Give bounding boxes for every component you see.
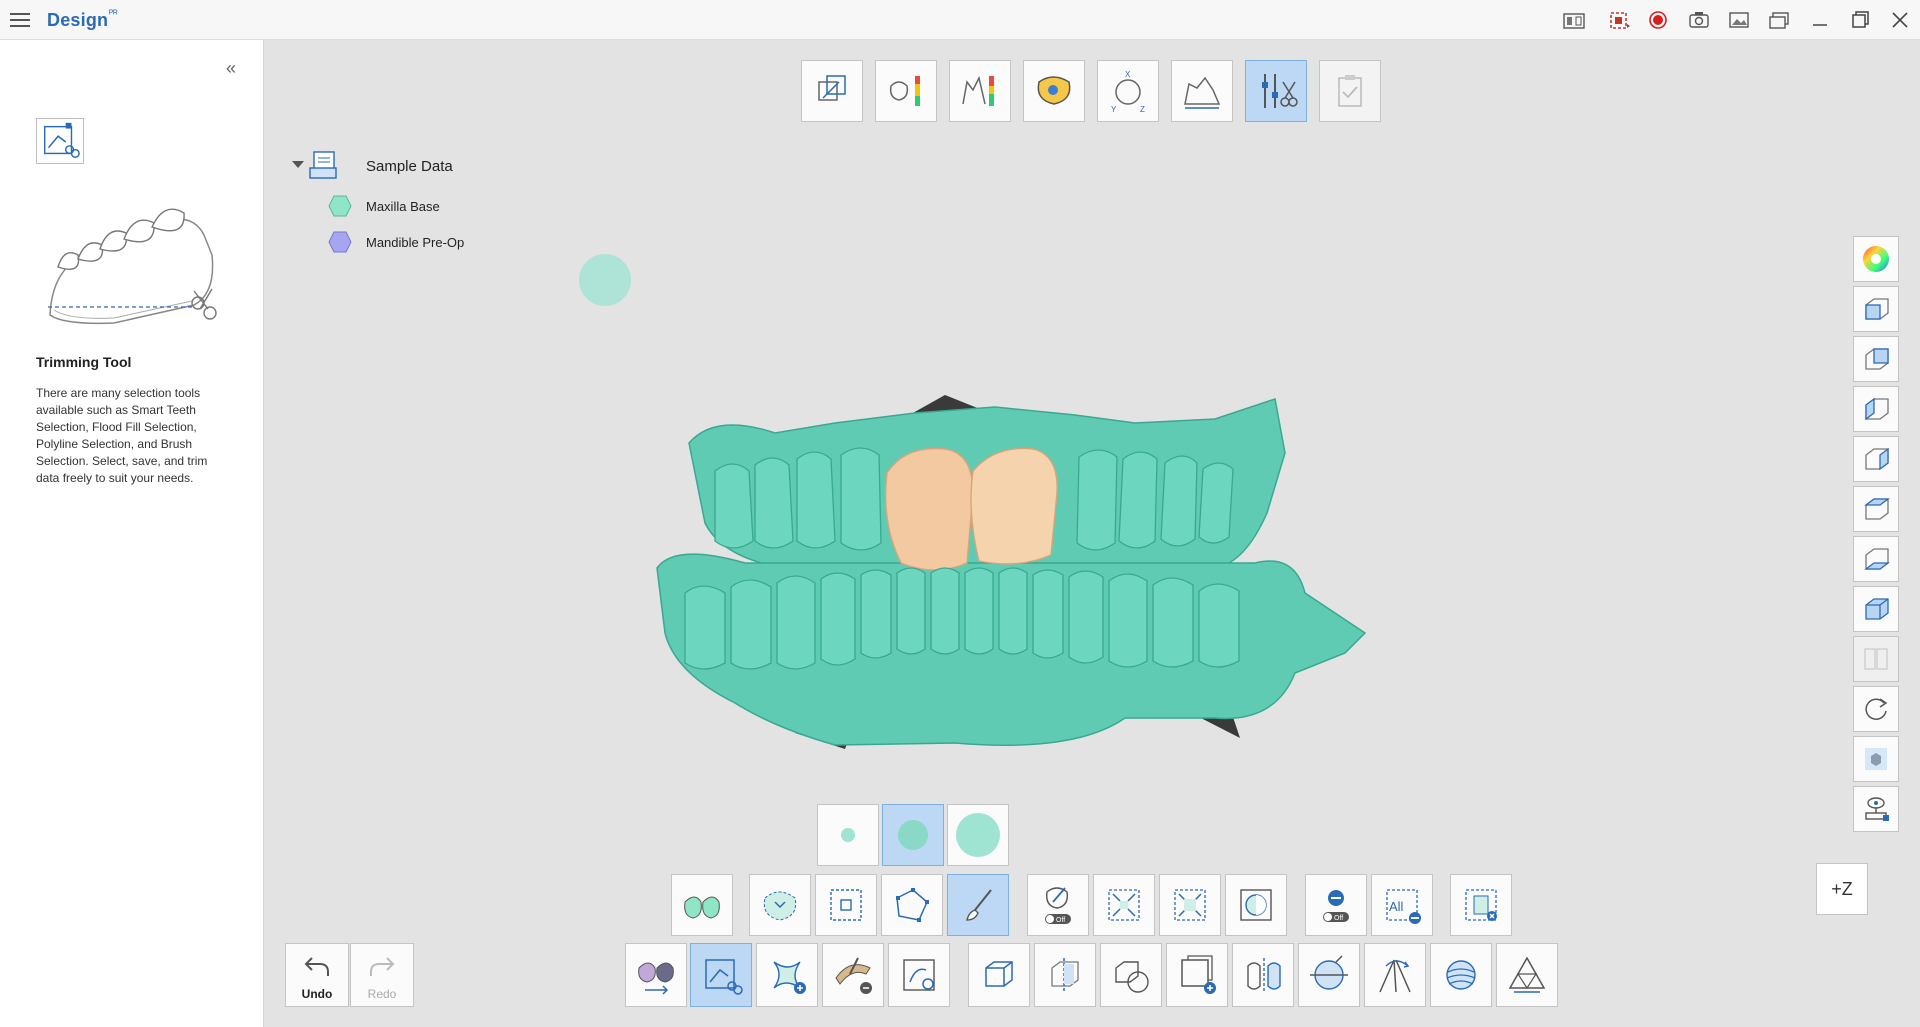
front-view-icon[interactable]: [1853, 286, 1899, 332]
tree-root-label[interactable]: Sample Data: [366, 158, 453, 175]
occlusion-map-button[interactable]: [1023, 60, 1085, 122]
bottom-view-icon[interactable]: [1853, 536, 1899, 582]
add-object-button[interactable]: [1166, 943, 1228, 1007]
scanner-settings-icon[interactable]: [1853, 786, 1899, 832]
sculpt-tool-button[interactable]: [822, 943, 884, 1007]
collapse-panel-icon[interactable]: «: [220, 58, 242, 80]
mandible-hexagon-icon[interactable]: [328, 231, 352, 253]
window-switch-icon[interactable]: [1766, 8, 1792, 32]
deviation-map-button[interactable]: [949, 60, 1011, 122]
close-icon[interactable]: [1887, 8, 1913, 32]
fill-holes-button[interactable]: [756, 943, 818, 1007]
compare-view-icon[interactable]: [1561, 8, 1587, 32]
brush-size-medium[interactable]: [882, 804, 944, 866]
svg-text:Off: Off: [1334, 915, 1343, 922]
brush-size-large[interactable]: [947, 804, 1009, 866]
thickness-map-button[interactable]: [875, 60, 937, 122]
tool-info-panel: « Trimming Tool There are many selection…: [0, 40, 264, 1027]
undo-button[interactable]: Undo: [285, 943, 349, 1007]
right-view-icon[interactable]: [1853, 436, 1899, 482]
svg-text:All: All: [1389, 899, 1404, 914]
title-bar: Design ᴾᴿ: [0, 0, 1920, 40]
tool-title: Trimming Tool: [36, 354, 132, 370]
auto-select-toggle-button[interactable]: Off: [1027, 874, 1089, 936]
color-wheel-button[interactable]: [1853, 236, 1899, 282]
reset-rotation-icon[interactable]: [1853, 686, 1899, 732]
iso-view-icon[interactable]: [1853, 586, 1899, 632]
left-view-icon[interactable]: [1853, 386, 1899, 432]
deselect-toggle-button[interactable]: Off: [1305, 874, 1367, 936]
grow-selection-button[interactable]: [1159, 874, 1221, 936]
flood-fill-selection-button[interactable]: [749, 874, 811, 936]
back-view-icon[interactable]: [1853, 336, 1899, 382]
switch-jaw-button[interactable]: [625, 943, 687, 1007]
maxilla-hexagon-icon[interactable]: [328, 195, 352, 217]
annotation-tool-button[interactable]: [888, 943, 950, 1007]
polyline-selection-button[interactable]: [881, 874, 943, 936]
image-gallery-icon[interactable]: [1726, 8, 1752, 32]
dental-model-3d[interactable]: [655, 393, 1370, 763]
create-base-button[interactable]: [968, 943, 1030, 1007]
split-view-icon[interactable]: [1853, 636, 1899, 682]
redo-button[interactable]: Redo: [350, 943, 414, 1007]
rectangle-selection-button[interactable]: [815, 874, 877, 936]
brush-cursor: [579, 254, 631, 306]
z-axis-button[interactable]: +Z: [1816, 863, 1868, 915]
camera-icon[interactable]: [1686, 8, 1712, 32]
undo-label: Undo: [301, 987, 333, 1001]
boolean-tool-button[interactable]: [1100, 943, 1162, 1007]
minimize-icon[interactable]: [1807, 8, 1833, 32]
brush-selection-button[interactable]: [947, 874, 1009, 936]
cross-section-button[interactable]: [1034, 943, 1096, 1007]
svg-text:Z: Z: [1140, 105, 1145, 114]
plane-cut-button[interactable]: [1298, 943, 1360, 1007]
smoothing-button[interactable]: [1430, 943, 1492, 1007]
tool-description: There are many selection tools available…: [36, 386, 208, 485]
brush-size-small[interactable]: [817, 804, 879, 866]
trimming-illustration: [44, 175, 224, 335]
draft-angle-button[interactable]: [1364, 943, 1426, 1007]
trim-edit-tool-button[interactable]: [1245, 60, 1307, 122]
shrink-selection-button[interactable]: [1093, 874, 1155, 936]
app-title: Design: [47, 10, 109, 30]
tree-item-mandible[interactable]: Mandible Pre-Op: [366, 235, 464, 250]
invert-selection-button[interactable]: [1225, 874, 1287, 936]
tree-expand-caret[interactable]: [292, 161, 304, 168]
menu-icon[interactable]: [8, 9, 32, 31]
model-visibility-icon[interactable]: [1853, 736, 1899, 782]
deselect-all-button[interactable]: All: [1371, 874, 1433, 936]
svg-text:X: X: [1125, 70, 1131, 79]
delete-selection-button[interactable]: [1450, 874, 1512, 936]
trim-tool-button[interactable]: [690, 943, 752, 1007]
trim-tool-icon: [36, 118, 84, 164]
app-badge: ᴾᴿ: [109, 9, 118, 20]
align-tool-button[interactable]: [801, 60, 863, 122]
axis-orientation-button[interactable]: X Y Z: [1097, 60, 1159, 122]
tree-item-maxilla[interactable]: Maxilla Base: [366, 199, 440, 214]
svg-text:Y: Y: [1111, 105, 1117, 114]
mirror-tool-button[interactable]: [1232, 943, 1294, 1007]
screen-capture-icon[interactable]: [1607, 8, 1633, 32]
svg-text:Off: Off: [1056, 917, 1065, 924]
top-view-icon[interactable]: [1853, 486, 1899, 532]
sample-data-icon: [306, 148, 340, 182]
redo-label: Redo: [367, 987, 397, 1001]
complete-checklist-button[interactable]: [1319, 60, 1381, 122]
smart-teeth-selection-button[interactable]: [671, 874, 733, 936]
measure-tool-button[interactable]: [1171, 60, 1233, 122]
decimate-mesh-button[interactable]: [1496, 943, 1558, 1007]
record-icon[interactable]: [1645, 8, 1671, 32]
restore-icon[interactable]: [1847, 8, 1873, 32]
